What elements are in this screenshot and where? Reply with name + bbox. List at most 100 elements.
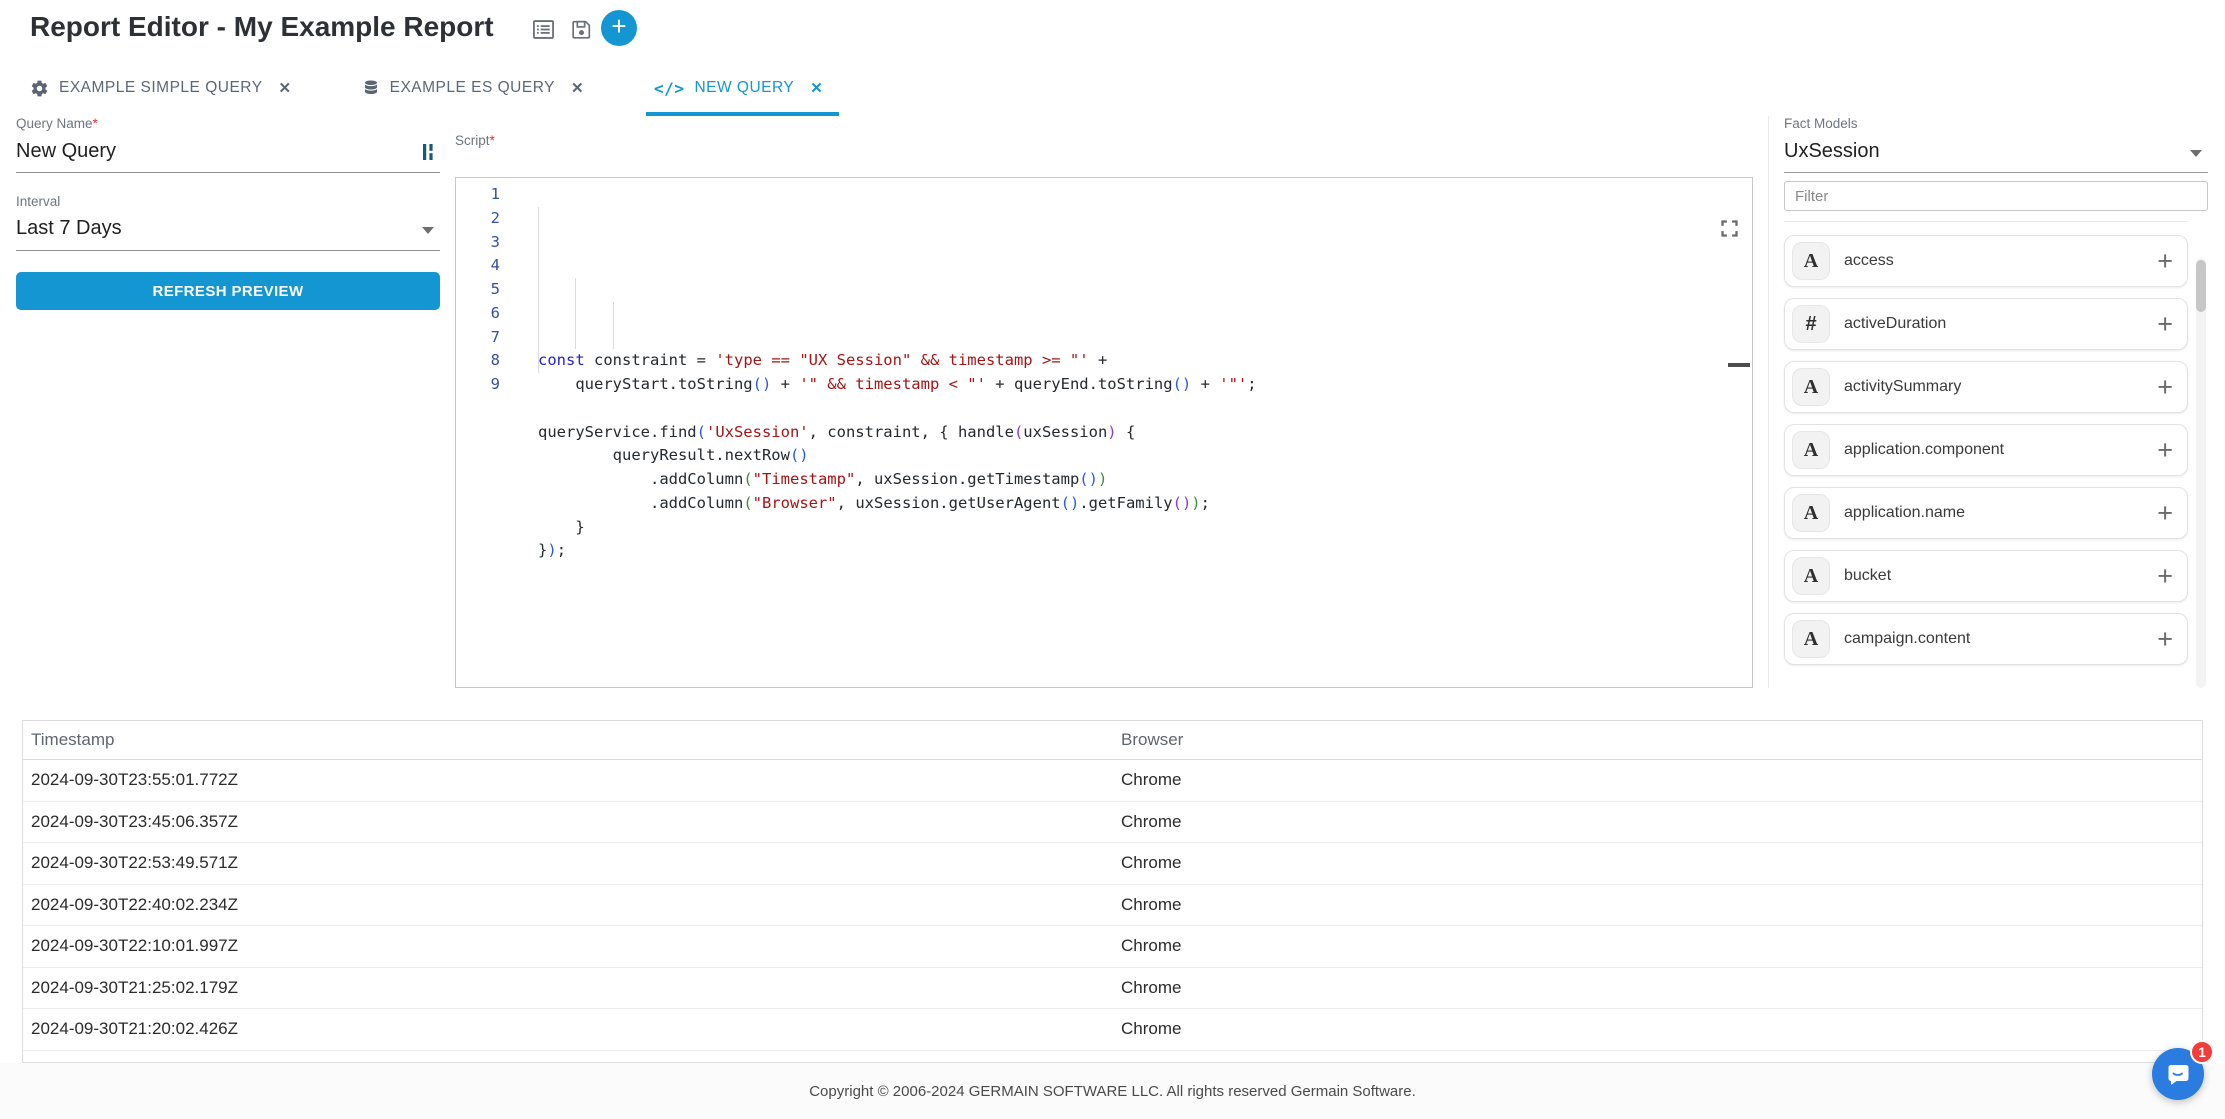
gear-icon (30, 79, 49, 98)
fact-models-label: Fact Models (1784, 116, 2208, 131)
timestamp-cell: 2024-09-30T21:25:02.179Z (31, 978, 238, 998)
fact-model-list: Aaccess+#activeDuration+AactivitySummary… (1784, 221, 2188, 665)
timestamp-cell: 2024-09-30T22:40:02.234Z (31, 895, 238, 915)
query-name-input[interactable]: New Query (16, 140, 440, 173)
add-field-icon[interactable]: + (2157, 500, 2173, 527)
timestamp-cell: 2024-09-30T21:20:02.426Z (31, 1019, 238, 1039)
code-icon: </> (654, 79, 684, 98)
preview-table: Timestamp Browser 2024-09-30T23:55:01.772… (22, 720, 2203, 1063)
footer: Copyright © 2006-2024 GERMAIN SOFTWARE L… (0, 1063, 2225, 1119)
fact-model-item-activeDuration[interactable]: #activeDuration+ (1784, 298, 2188, 350)
scrollbar-thumb[interactable] (2196, 260, 2206, 312)
fullscreen-icon[interactable] (1663, 194, 1740, 270)
insert-field-icon[interactable] (422, 142, 438, 167)
timestamp-cell: 2024-09-30T22:53:49.571Z (31, 853, 238, 873)
editor-gutter: 123456789 (456, 178, 511, 687)
add-field-icon[interactable]: + (2157, 311, 2173, 338)
tab-example-es-query[interactable]: EXAMPLE ES QUERY ✕ (354, 60, 600, 116)
text-type-icon: A (1792, 431, 1830, 469)
add-field-icon[interactable]: + (2157, 626, 2173, 653)
code-line: } (538, 516, 1752, 540)
chevron-down-icon (422, 227, 434, 234)
add-field-icon[interactable]: + (2157, 437, 2173, 464)
script-code-editor[interactable]: 123456789 const constraint = 'type == "U… (455, 177, 1753, 688)
save-icon[interactable] (567, 15, 595, 43)
line-number: 2 (456, 207, 511, 231)
timestamp-cell: 2024-09-30T22:10:01.997Z (31, 936, 238, 956)
refresh-preview-button[interactable]: REFRESH PREVIEW (16, 272, 440, 310)
fact-model-value: UxSession (1784, 140, 2208, 163)
fact-model-select[interactable]: UxSession (1784, 140, 2208, 173)
query-form-panel: Query Name* New Query Interval Last 7 Da… (16, 116, 440, 310)
code-line (538, 397, 1752, 421)
fact-model-item-campaign.content[interactable]: Acampaign.content+ (1784, 613, 2188, 665)
column-header-timestamp: Timestamp (31, 730, 114, 750)
text-type-icon: A (1792, 368, 1830, 406)
interval-select[interactable]: Last 7 Days (16, 217, 440, 251)
fact-model-item-access[interactable]: Aaccess+ (1784, 235, 2188, 287)
indent-guide (575, 278, 576, 349)
fact-model-item-application.name[interactable]: Aapplication.name+ (1784, 487, 2188, 539)
app-header: Report Editor - My Example Report + (0, 0, 2225, 56)
table-header: Timestamp Browser (23, 721, 2202, 760)
tab-label: NEW QUERY (694, 79, 794, 97)
code-line: queryResult.nextRow() (538, 444, 1752, 468)
column-header-browser: Browser (1121, 730, 1183, 750)
report-list-icon[interactable] (529, 15, 557, 43)
fact-model-name: activitySummary (1844, 378, 2157, 396)
close-icon[interactable]: ✕ (571, 79, 584, 97)
timestamp-cell: 2024-09-30T23:55:01.772Z (31, 770, 238, 790)
fact-model-name: application.component (1844, 441, 2157, 459)
fact-model-scrollbar[interactable] (2196, 258, 2206, 688)
table-row: 2024-09-30T21:25:02.179ZChrome (23, 968, 2202, 1010)
table-row: 2024-09-30T23:45:06.357ZChrome (23, 802, 2202, 844)
query-name-label: Query Name* (16, 116, 440, 131)
tab-label: EXAMPLE SIMPLE QUERY (59, 79, 263, 97)
line-number: 7 (456, 326, 511, 350)
text-type-icon: A (1792, 620, 1830, 658)
interval-value: Last 7 Days (16, 217, 440, 240)
code-line: .addColumn("Timestamp", uxSession.getTim… (538, 468, 1752, 492)
tab-bar: EXAMPLE SIMPLE QUERY✕EXAMPLE ES QUERY✕</… (0, 60, 2225, 116)
fact-model-item-bucket[interactable]: Abucket+ (1784, 550, 2188, 602)
add-query-button[interactable]: + (601, 10, 637, 46)
fact-model-item-activitySummary[interactable]: AactivitySummary+ (1784, 361, 2188, 413)
add-field-icon[interactable]: + (2157, 374, 2173, 401)
fact-model-name: access (1844, 252, 2157, 270)
browser-cell: Chrome (1121, 812, 1181, 832)
interval-label: Interval (16, 194, 440, 209)
line-number: 3 (456, 231, 511, 255)
text-type-icon: A (1792, 242, 1830, 280)
tab-label: EXAMPLE ES QUERY (390, 79, 555, 97)
code-line: }); (538, 539, 1752, 563)
fact-model-name: campaign.content (1844, 630, 2157, 648)
code-line: const constraint = 'type == "UX Session"… (538, 349, 1752, 373)
fact-model-item-application.component[interactable]: Aapplication.component+ (1784, 424, 2188, 476)
add-field-icon[interactable]: + (2157, 248, 2173, 275)
indent-guide (613, 302, 614, 350)
text-type-icon: A (1792, 494, 1830, 532)
page-title: Report Editor - My Example Report (30, 11, 494, 43)
code-line: .addColumn("Browser", uxSession.getUserA… (538, 492, 1752, 516)
table-row: 2024-09-30T21:15:05.266ZChrome (23, 1051, 2202, 1064)
code-line: queryService.find('UxSession', constrain… (538, 421, 1752, 445)
browser-cell: Chrome (1121, 936, 1181, 956)
indent-guide (538, 207, 539, 373)
editor-code-area[interactable]: const constraint = 'type == "UX Session"… (511, 178, 1752, 687)
line-number: 6 (456, 302, 511, 326)
notification-badge: 1 (2190, 1040, 2214, 1064)
query-name-value: New Query (16, 140, 440, 163)
close-icon[interactable]: ✕ (279, 79, 292, 97)
copyright-text: Copyright © 2006-2024 GERMAIN SOFTWARE L… (809, 1083, 1416, 1100)
close-icon[interactable]: ✕ (810, 79, 823, 97)
tab-new-query[interactable]: </> NEW QUERY ✕ (646, 60, 839, 116)
table-row: 2024-09-30T22:53:49.571ZChrome (23, 843, 2202, 885)
fact-models-panel: Fact Models UxSession Aaccess+#activeDur… (1784, 116, 2208, 676)
filter-input[interactable] (1784, 181, 2208, 211)
browser-cell: Chrome (1121, 895, 1181, 915)
table-row: 2024-09-30T22:10:01.997Z Chrome (23, 926, 2202, 968)
tab-example-simple-query[interactable]: EXAMPLE SIMPLE QUERY ✕ (22, 60, 308, 116)
editor-scrollbar-thumb[interactable] (1728, 363, 1750, 367)
add-field-icon[interactable]: + (2157, 563, 2173, 590)
fact-model-name: bucket (1844, 567, 2157, 585)
